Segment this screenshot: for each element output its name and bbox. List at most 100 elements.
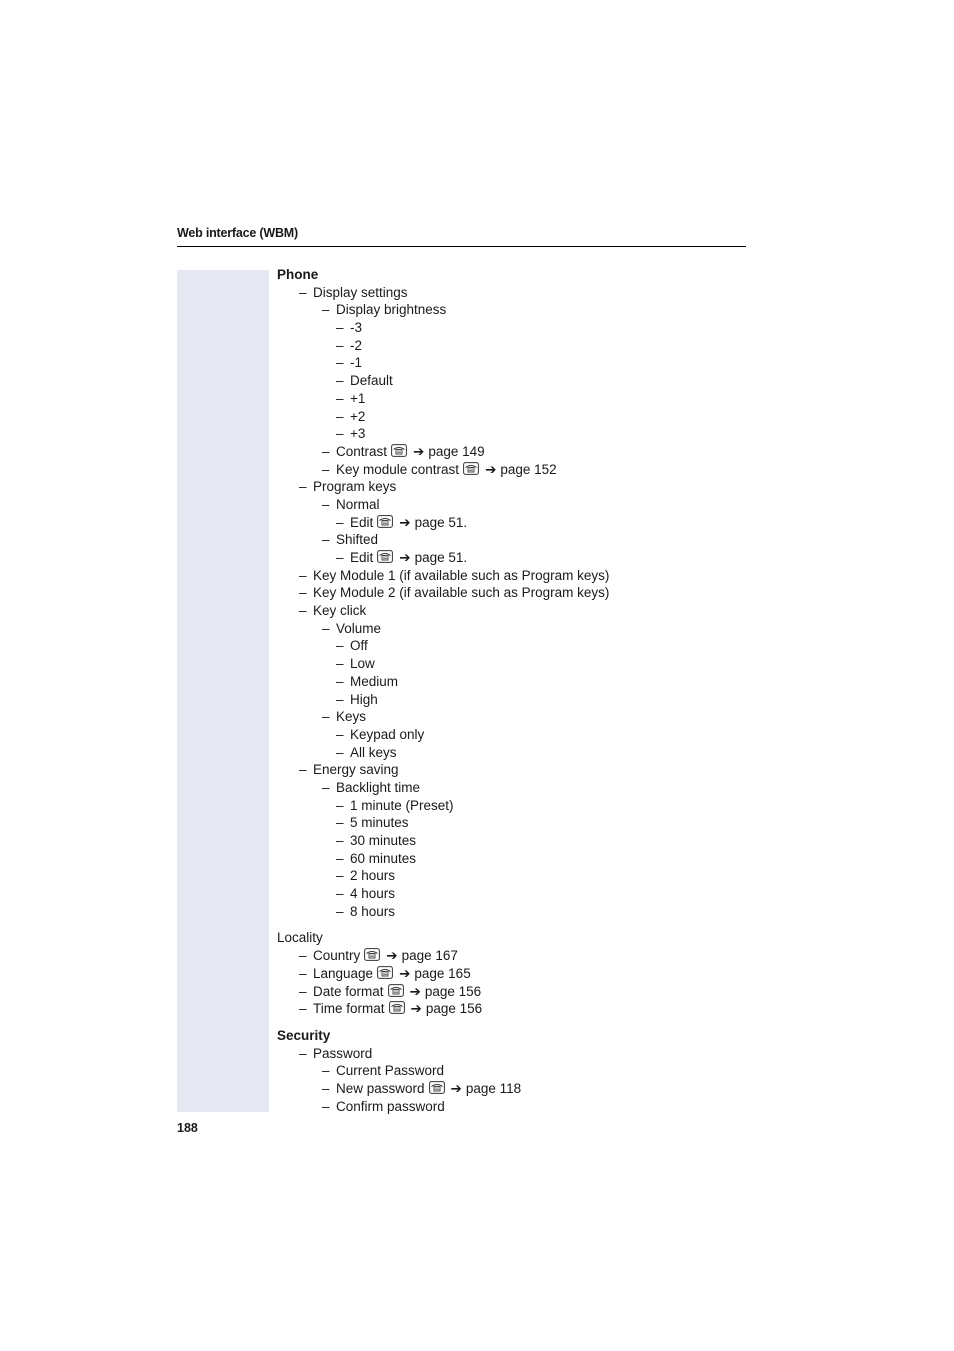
menu-item-label: Key module contrast [336, 461, 460, 477]
menu-item: – Time format ➔ page 156 [277, 1000, 609, 1018]
menu-item: – Key Module 1 (if available such as Prog… [277, 567, 609, 585]
page-reference-link[interactable]: page 156 [426, 1001, 482, 1016]
menu-item: – +2 [277, 408, 609, 426]
menu-item-label: Default [350, 373, 393, 389]
dash-bullet: – [336, 886, 344, 902]
dash-bullet: – [336, 833, 344, 848]
menu-item: – Language ➔ page 165 [277, 965, 609, 983]
menu-item: – Backlight time [277, 779, 609, 797]
dash-bullet: – [299, 603, 307, 619]
telephone-icon [377, 514, 394, 528]
menu-item: – High [277, 691, 609, 709]
telephone-icon [388, 1001, 405, 1015]
menu-item: – Country ➔ page 167 [277, 947, 609, 965]
menu-item-label: Edit [350, 550, 374, 565]
menu-item-label: +3 [350, 426, 366, 442]
menu-item-label: 60 minutes [350, 850, 417, 866]
sidebar-shade [177, 270, 269, 1112]
telephone-icon [364, 948, 381, 962]
menu-item-label: Display brightness [336, 302, 447, 318]
dash-bullet: – [336, 426, 344, 442]
menu-item-label: Edit [350, 514, 374, 530]
dash-bullet: – [336, 550, 344, 565]
dash-bullet: – [322, 461, 330, 477]
arrow-right-icon: ➔ [399, 514, 411, 530]
page-reference-link[interactable]: page 167 [402, 948, 458, 963]
menu-item: – -2 [277, 337, 609, 355]
dash-bullet: – [322, 620, 330, 636]
page-reference-link[interactable]: page 165 [414, 966, 470, 981]
menu-item-label: Backlight time [336, 779, 421, 795]
menu-item-label: Normal [336, 496, 380, 512]
menu-item-label: Display settings [313, 284, 408, 300]
arrow-right-icon: ➔ [399, 550, 411, 565]
menu-item-label: Time format [313, 1001, 385, 1017]
telephone-icon [387, 983, 404, 997]
page-reference-link[interactable]: page 118 [466, 1081, 521, 1096]
dash-bullet: – [336, 514, 344, 530]
menu-item: – Key click [277, 602, 609, 620]
menu-item-label: 1 minute (Preset) [350, 797, 454, 813]
menu-item: – Confirm password [277, 1098, 609, 1116]
menu-tree: Phone – Display settings – Display brightnes… [277, 266, 609, 1115]
menu-item: –8 hours [277, 903, 609, 921]
dash-bullet: – [336, 337, 344, 353]
dash-bullet: – [322, 709, 330, 725]
dash-bullet: – [336, 373, 344, 389]
menu-item-label: High [350, 691, 378, 707]
menu-item-label: Shifted [336, 532, 379, 548]
page-reference-link[interactable]: page 152 [500, 462, 556, 477]
menu-item-label: Energy saving [313, 762, 399, 778]
menu-item: –4 hours [277, 885, 609, 903]
telephone-icon [428, 1081, 445, 1094]
menu-item-label: Current Password [336, 1063, 445, 1079]
page-reference-link[interactable]: page 156 [425, 984, 481, 999]
menu-item-label: Keypad only [350, 726, 425, 742]
section-title: Phone [277, 267, 319, 282]
arrow-right-icon: ➔ [485, 461, 497, 477]
menu-item: – Edit ➔ page 51. [277, 549, 609, 567]
dash-bullet: – [299, 965, 307, 981]
dash-bullet: – [322, 1080, 330, 1096]
menu-item-label: 5 minutes [350, 815, 409, 831]
page-number: 188 [177, 1121, 198, 1135]
menu-item-label: 8 hours [350, 903, 396, 919]
menu-item-label: Country [313, 948, 361, 964]
dash-bullet: – [322, 302, 330, 318]
menu-item-label: Key Module 1 (if available such as Progr… [313, 567, 610, 583]
dash-bullet: – [322, 779, 330, 795]
menu-item: – Program keys [277, 478, 609, 496]
menu-item-label: Medium [350, 673, 399, 689]
menu-item: – Date format ➔ page 156 [277, 983, 609, 1001]
menu-item: – Normal [277, 496, 609, 514]
page-reference-link[interactable]: page 51. [415, 550, 468, 565]
dash-bullet: – [299, 762, 307, 778]
page-reference-link[interactable]: page 149 [428, 444, 484, 459]
menu-item-label: Confirm password [336, 1098, 445, 1114]
menu-item-label: Low [350, 656, 375, 672]
menu-item-label: All keys [350, 744, 397, 760]
menu-item: – +3 [277, 425, 609, 443]
menu-item-label: +2 [350, 408, 366, 424]
dash-bullet: – [299, 983, 307, 999]
menu-item-label: Off [350, 638, 368, 654]
dash-bullet: – [299, 284, 307, 300]
dash-bullet: – [336, 320, 344, 336]
page-reference-link[interactable]: page 51. [415, 515, 468, 530]
menu-item-label: Contrast [336, 443, 388, 459]
menu-item-label: Password [313, 1045, 373, 1061]
menu-item: – Display brightness [277, 301, 609, 319]
menu-item: – Keypad only [277, 726, 609, 744]
menu-item: – Current Password [277, 1062, 609, 1080]
menu-item-label: +1 [350, 390, 366, 406]
menu-item: – Password [277, 1045, 609, 1063]
dash-bullet: – [299, 479, 307, 495]
menu-item: – Key Module 2 (if available such as Prog… [277, 584, 609, 602]
menu-item-label: Volume [336, 620, 382, 636]
dash-bullet: – [336, 797, 344, 813]
dash-bullet: – [322, 1063, 330, 1079]
menu-item: –1 minute (Preset) [277, 797, 609, 815]
menu-item: – Low [277, 655, 609, 673]
